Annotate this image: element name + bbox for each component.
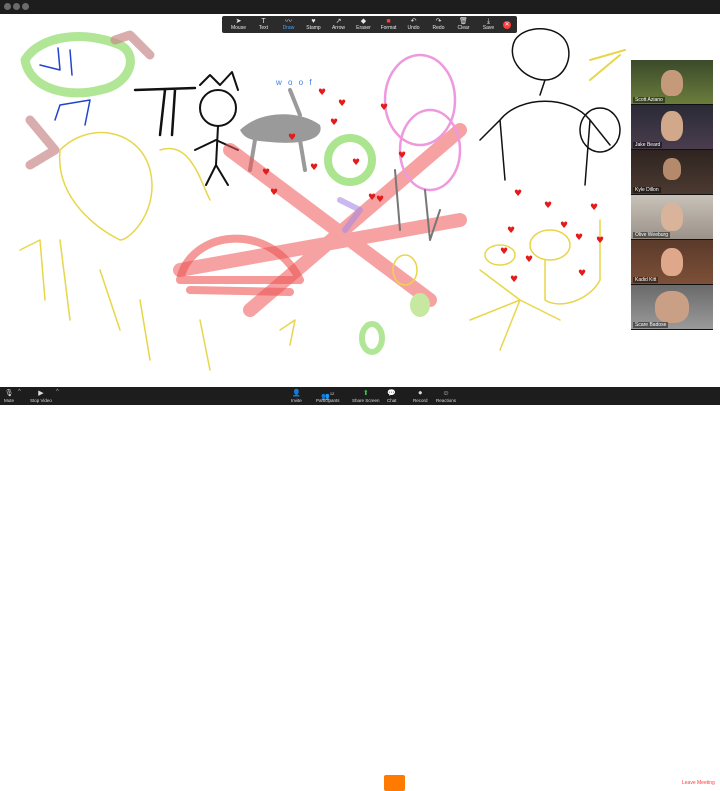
- mute-button[interactable]: 🎙 Mute: [4, 387, 14, 405]
- close-toolbar-icon[interactable]: ✕: [503, 20, 511, 29]
- svg-text:♥: ♥: [578, 269, 586, 279]
- record-button[interactable]: ⏺ Record: [413, 387, 428, 405]
- shared-whiteboard-canvas[interactable]: ♥ ♥ ♥ ♥ ♥ ♥ ♥ ♥ ♥ ♥ ♥ ♥ ♥ ♥ ♥ ♥ ♥ ♥ ♥ ♥ ♥ ♥ ♥ w o o f: [0, 14, 720, 387]
- svg-text:♥: ♥: [380, 103, 388, 113]
- whiteboard-drawings: ♥♥ ♥ ♥♥♥ ♥♥♥ ♥ ♥♥ ♥♥ ♥ ♥♥♥ ♥♥♥ ♥♥: [19, 28, 626, 371]
- tool-undo[interactable]: ↶ Undo: [403, 17, 424, 32]
- svg-text:♥: ♥: [352, 158, 360, 168]
- svg-text:♥: ♥: [368, 193, 376, 203]
- participant-name: Jake Beard: [633, 142, 663, 148]
- svg-text:♥: ♥: [510, 275, 518, 285]
- participant-face: [661, 203, 683, 231]
- participants-button[interactable]: 👥12 Participants: [316, 387, 340, 405]
- participant-video[interactable]: Olive Weeburg: [631, 195, 713, 239]
- record-icon: ⏺: [418, 389, 423, 397]
- svg-text:♥: ♥: [262, 168, 270, 178]
- microphone-icon: 🎙: [4, 389, 14, 397]
- tool-text[interactable]: T Text: [253, 17, 274, 32]
- svg-text:♥: ♥: [376, 195, 384, 205]
- participant-name: Kyle Dillon: [633, 187, 661, 193]
- tool-arrow[interactable]: ↗ Arrow: [328, 17, 349, 32]
- svg-text:♥: ♥: [590, 203, 598, 213]
- window-title-bar: [0, 0, 720, 14]
- tool-save[interactable]: ⤓ Save: [478, 17, 499, 32]
- svg-text:♥: ♥: [596, 236, 604, 246]
- reactions-button[interactable]: ☺ Reactions: [436, 387, 456, 405]
- tool-format[interactable]: ■ Format: [378, 17, 399, 32]
- meeting-controls-bar: 🎙 Mute ^ ▶ Stop Video ^ 👤 Invite 👥12 Partici…: [0, 387, 720, 791]
- tool-draw[interactable]: 〰 Draw: [278, 17, 299, 32]
- svg-text:♥: ♥: [330, 118, 338, 128]
- participant-face: [661, 70, 683, 96]
- chat-button[interactable]: 💬 Chat: [387, 387, 397, 405]
- svg-text:♥: ♥: [338, 99, 346, 109]
- video-options-chevron-icon[interactable]: ^: [56, 389, 59, 395]
- mute-options-chevron-icon[interactable]: ^: [18, 389, 21, 395]
- participants-icon: 👥12: [321, 390, 335, 400]
- leave-meeting-button[interactable]: Leave Meeting: [682, 780, 715, 786]
- svg-text:♥: ♥: [398, 151, 406, 161]
- chat-highlight: [384, 775, 405, 791]
- participant-name: Olive Weeburg: [633, 232, 670, 238]
- svg-text:♥: ♥: [288, 133, 296, 143]
- share-screen-button[interactable]: ⬆ Share Screen: [352, 387, 380, 405]
- tool-eraser[interactable]: ◆ Eraser: [353, 17, 374, 32]
- tool-mouse[interactable]: ➤ Mouse: [228, 17, 249, 32]
- participant-face: [663, 158, 681, 180]
- participant-gallery: Scott Aziano Jake Beard Kyle Dillon Oliv…: [631, 60, 713, 330]
- participant-face: [661, 111, 683, 141]
- participant-face: [655, 291, 689, 323]
- minimize-window-icon[interactable]: [13, 3, 20, 10]
- annotation-toolbar: ➤ Mouse T Text 〰 Draw ♥ Stamp ↗ Arrow ◆ Eraser…: [222, 16, 517, 33]
- svg-text:♥: ♥: [514, 189, 522, 199]
- svg-text:♥: ♥: [560, 221, 568, 231]
- participant-video[interactable]: Kadid Kitt: [631, 240, 713, 284]
- tool-stamp[interactable]: ♥ Stamp: [303, 17, 324, 32]
- participant-name: Scare Badose: [633, 322, 669, 328]
- maximize-window-icon[interactable]: [22, 3, 29, 10]
- chat-icon: 💬: [387, 389, 397, 397]
- participant-video[interactable]: Scott Aziano: [631, 60, 713, 104]
- invite-person-icon: 👤: [292, 389, 301, 397]
- svg-text:♥: ♥: [310, 163, 318, 173]
- participant-name: Kadid Kitt: [633, 277, 659, 283]
- woof-text: w o o f: [276, 78, 314, 87]
- participants-count: 12: [329, 390, 335, 396]
- participant-name: Scott Aziano: [633, 97, 665, 103]
- svg-text:♥: ♥: [525, 255, 533, 265]
- share-screen-icon: ⬆: [362, 389, 369, 397]
- svg-text:♥: ♥: [500, 247, 508, 257]
- tool-redo[interactable]: ↷ Redo: [428, 17, 449, 32]
- svg-text:♥: ♥: [544, 201, 552, 211]
- video-camera-icon: ▶: [38, 389, 44, 397]
- tool-clear[interactable]: 🗑 Clear: [453, 17, 474, 32]
- svg-text:♥: ♥: [270, 188, 278, 198]
- reactions-icon: ☺: [442, 389, 450, 397]
- participant-video[interactable]: Scare Badose: [631, 285, 713, 329]
- participant-face: [661, 248, 683, 276]
- svg-text:♥: ♥: [575, 233, 583, 243]
- svg-text:♥: ♥: [318, 88, 326, 98]
- participant-video[interactable]: Jake Beard: [631, 105, 713, 149]
- invite-button[interactable]: 👤 Invite: [291, 387, 302, 405]
- close-window-icon[interactable]: [4, 3, 11, 10]
- participant-video[interactable]: Kyle Dillon: [631, 150, 713, 194]
- stop-video-button[interactable]: ▶ Stop Video: [30, 387, 52, 405]
- svg-text:♥: ♥: [507, 226, 515, 236]
